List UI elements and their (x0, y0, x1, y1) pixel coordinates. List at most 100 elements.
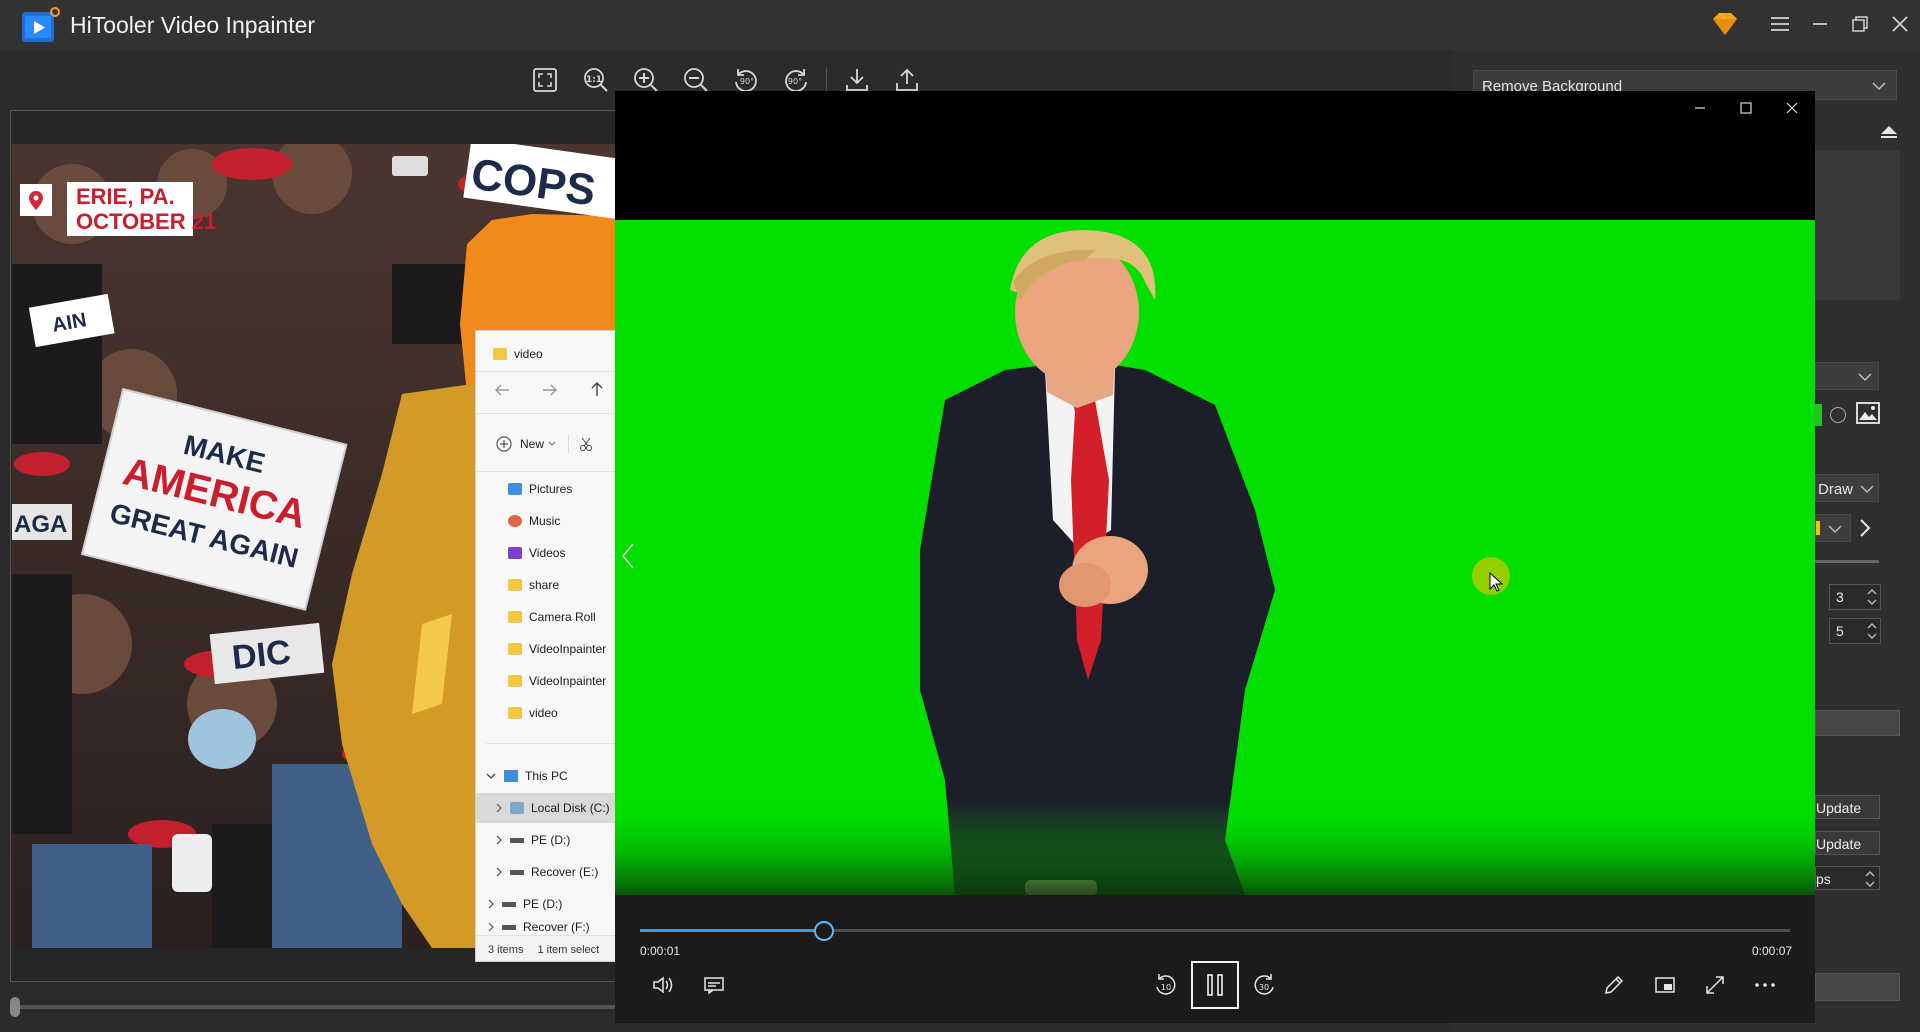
restore-icon[interactable] (1840, 4, 1880, 44)
file-explorer-window: video New Pictures Music Videos share Ca… (475, 330, 625, 962)
explorer-item-label: PE (D:) (531, 833, 571, 847)
status-item-count: 3 items (488, 943, 524, 956)
skip-back-10-icon[interactable]: 10 (1145, 965, 1185, 1005)
explorer-item-this-pc[interactable]: This PC (476, 761, 624, 791)
explorer-item-pictures[interactable]: Pictures (476, 474, 624, 504)
process-button[interactable] (1815, 710, 1900, 736)
explorer-item-label: This PC (525, 769, 568, 783)
more-options-icon[interactable] (1745, 965, 1785, 1005)
update-button-2[interactable]: Update (1815, 831, 1880, 855)
menu-icon[interactable] (1760, 4, 1800, 44)
brush-color-select[interactable] (1815, 514, 1851, 542)
actual-size-icon[interactable]: 1:1 (579, 63, 613, 97)
chevron-right-icon (496, 835, 502, 845)
seek-thumb[interactable] (814, 921, 834, 941)
cut-icon (580, 437, 593, 451)
folder-icon (508, 611, 522, 623)
explorer-item-share[interactable]: share (476, 570, 624, 600)
plus-circle-icon (496, 436, 512, 452)
spin-input-1[interactable]: 3 (1829, 584, 1881, 610)
explorer-item-label: Pictures (529, 482, 573, 496)
explorer-status-bar: 3 items 1 item select (476, 935, 624, 961)
explorer-item-label: Local Disk (C:) (531, 801, 610, 815)
explorer-item-label: PE (D:) (523, 897, 563, 911)
divider (476, 413, 624, 414)
svg-text:30: 30 (1259, 983, 1269, 992)
explorer-item-video[interactable]: video (476, 698, 624, 728)
divider (476, 371, 624, 372)
folder-icon (508, 643, 522, 655)
transparent-radio[interactable] (1830, 407, 1846, 423)
minimize-icon[interactable] (1800, 4, 1840, 44)
player-maximize-icon[interactable] (1726, 88, 1766, 128)
svg-text:1:1: 1:1 (586, 75, 602, 85)
volume-icon[interactable] (643, 965, 683, 1005)
explorer-item-label: video (529, 706, 558, 720)
new-button[interactable]: New (476, 429, 624, 459)
pause-button[interactable] (1191, 961, 1239, 1009)
forward-arrow-icon[interactable] (542, 383, 558, 397)
explorer-item-pe-d-2[interactable]: PE (D:) (476, 889, 624, 919)
toolbar-divider (826, 68, 827, 92)
brush-size-slider[interactable] (1815, 560, 1879, 563)
update-button-1[interactable]: Update (1815, 795, 1880, 819)
up-arrow-icon[interactable] (590, 381, 604, 397)
explorer-item-pe-d[interactable]: PE (D:) (476, 825, 624, 855)
explorer-item-videos[interactable]: Videos (476, 538, 624, 568)
export-button[interactable] (1815, 973, 1900, 1001)
explorer-item-local-disk-c[interactable]: Local Disk (C:) (476, 793, 624, 823)
explorer-item-label: Recover (E:) (531, 865, 599, 879)
explorer-item-label: Videos (529, 546, 566, 560)
spin-input-2[interactable]: 5 (1829, 618, 1881, 644)
svg-text:90°: 90° (740, 77, 754, 86)
svg-text:OCTOBER 21: OCTOBER 21 (76, 209, 216, 234)
app-logo-icon (20, 6, 60, 46)
time-current: 0:00:01 (640, 944, 681, 958)
fullscreen-icon[interactable] (1695, 965, 1735, 1005)
collapse-up-icon[interactable] (1880, 124, 1898, 140)
explorer-item-recover-e[interactable]: Recover (E:) (476, 857, 624, 887)
back-arrow-icon[interactable] (494, 383, 510, 397)
explorer-item-videoinpainter[interactable]: VideoInpainter (476, 634, 624, 664)
explorer-item-label: Music (529, 514, 561, 528)
explorer-item-recover-f[interactable]: Recover (F:) (476, 919, 624, 935)
fit-screen-icon[interactable] (528, 63, 562, 97)
svg-text:AGA: AGA (14, 511, 67, 538)
chevron-right-icon[interactable] (1858, 518, 1872, 538)
color-swatch-green[interactable] (1815, 404, 1822, 426)
color-mode-select[interactable] (1815, 362, 1879, 390)
chevron-right-icon (488, 922, 494, 932)
explorer-tab[interactable]: video (476, 339, 624, 369)
fps-select-label: ps (1816, 871, 1831, 887)
close-icon[interactable] (1880, 4, 1920, 44)
premium-diamond-icon[interactable] (1705, 4, 1745, 44)
player-video-area[interactable] (615, 220, 1815, 895)
previous-chevron-icon[interactable] (620, 542, 636, 570)
explorer-item-music[interactable]: Music (476, 506, 624, 536)
status-selected: 1 item select (537, 943, 600, 956)
chevron-right-icon (496, 803, 502, 813)
player-minimize-icon[interactable] (1680, 88, 1720, 128)
subtitles-icon[interactable] (694, 965, 734, 1005)
draw-select-value: Draw (1818, 481, 1854, 498)
drive-icon (502, 901, 516, 907)
divider (486, 743, 616, 744)
folder-icon (508, 707, 522, 719)
chevron-right-icon (496, 867, 502, 877)
mini-player-icon[interactable] (1645, 965, 1685, 1005)
spin-input-1-value: 3 (1836, 589, 1844, 605)
timeline-track[interactable] (10, 1005, 620, 1009)
drive-icon (502, 924, 516, 930)
explorer-item-videoinpainter-2[interactable]: VideoInpainter (476, 666, 624, 696)
explorer-item-camera-roll[interactable]: Camera Roll (476, 602, 624, 632)
draw-select[interactable]: Draw (1815, 474, 1879, 502)
skip-forward-30-icon[interactable]: 30 (1245, 965, 1285, 1005)
timeline-thumb[interactable] (10, 997, 20, 1017)
folder-icon (508, 675, 522, 687)
explorer-item-label: Recover (F:) (523, 920, 590, 934)
image-background-icon[interactable] (1856, 402, 1880, 424)
fps-select[interactable]: ps (1815, 866, 1880, 890)
explorer-item-label: share (529, 578, 560, 592)
player-close-icon[interactable] (1772, 88, 1812, 128)
edit-pencil-icon[interactable] (1594, 965, 1634, 1005)
